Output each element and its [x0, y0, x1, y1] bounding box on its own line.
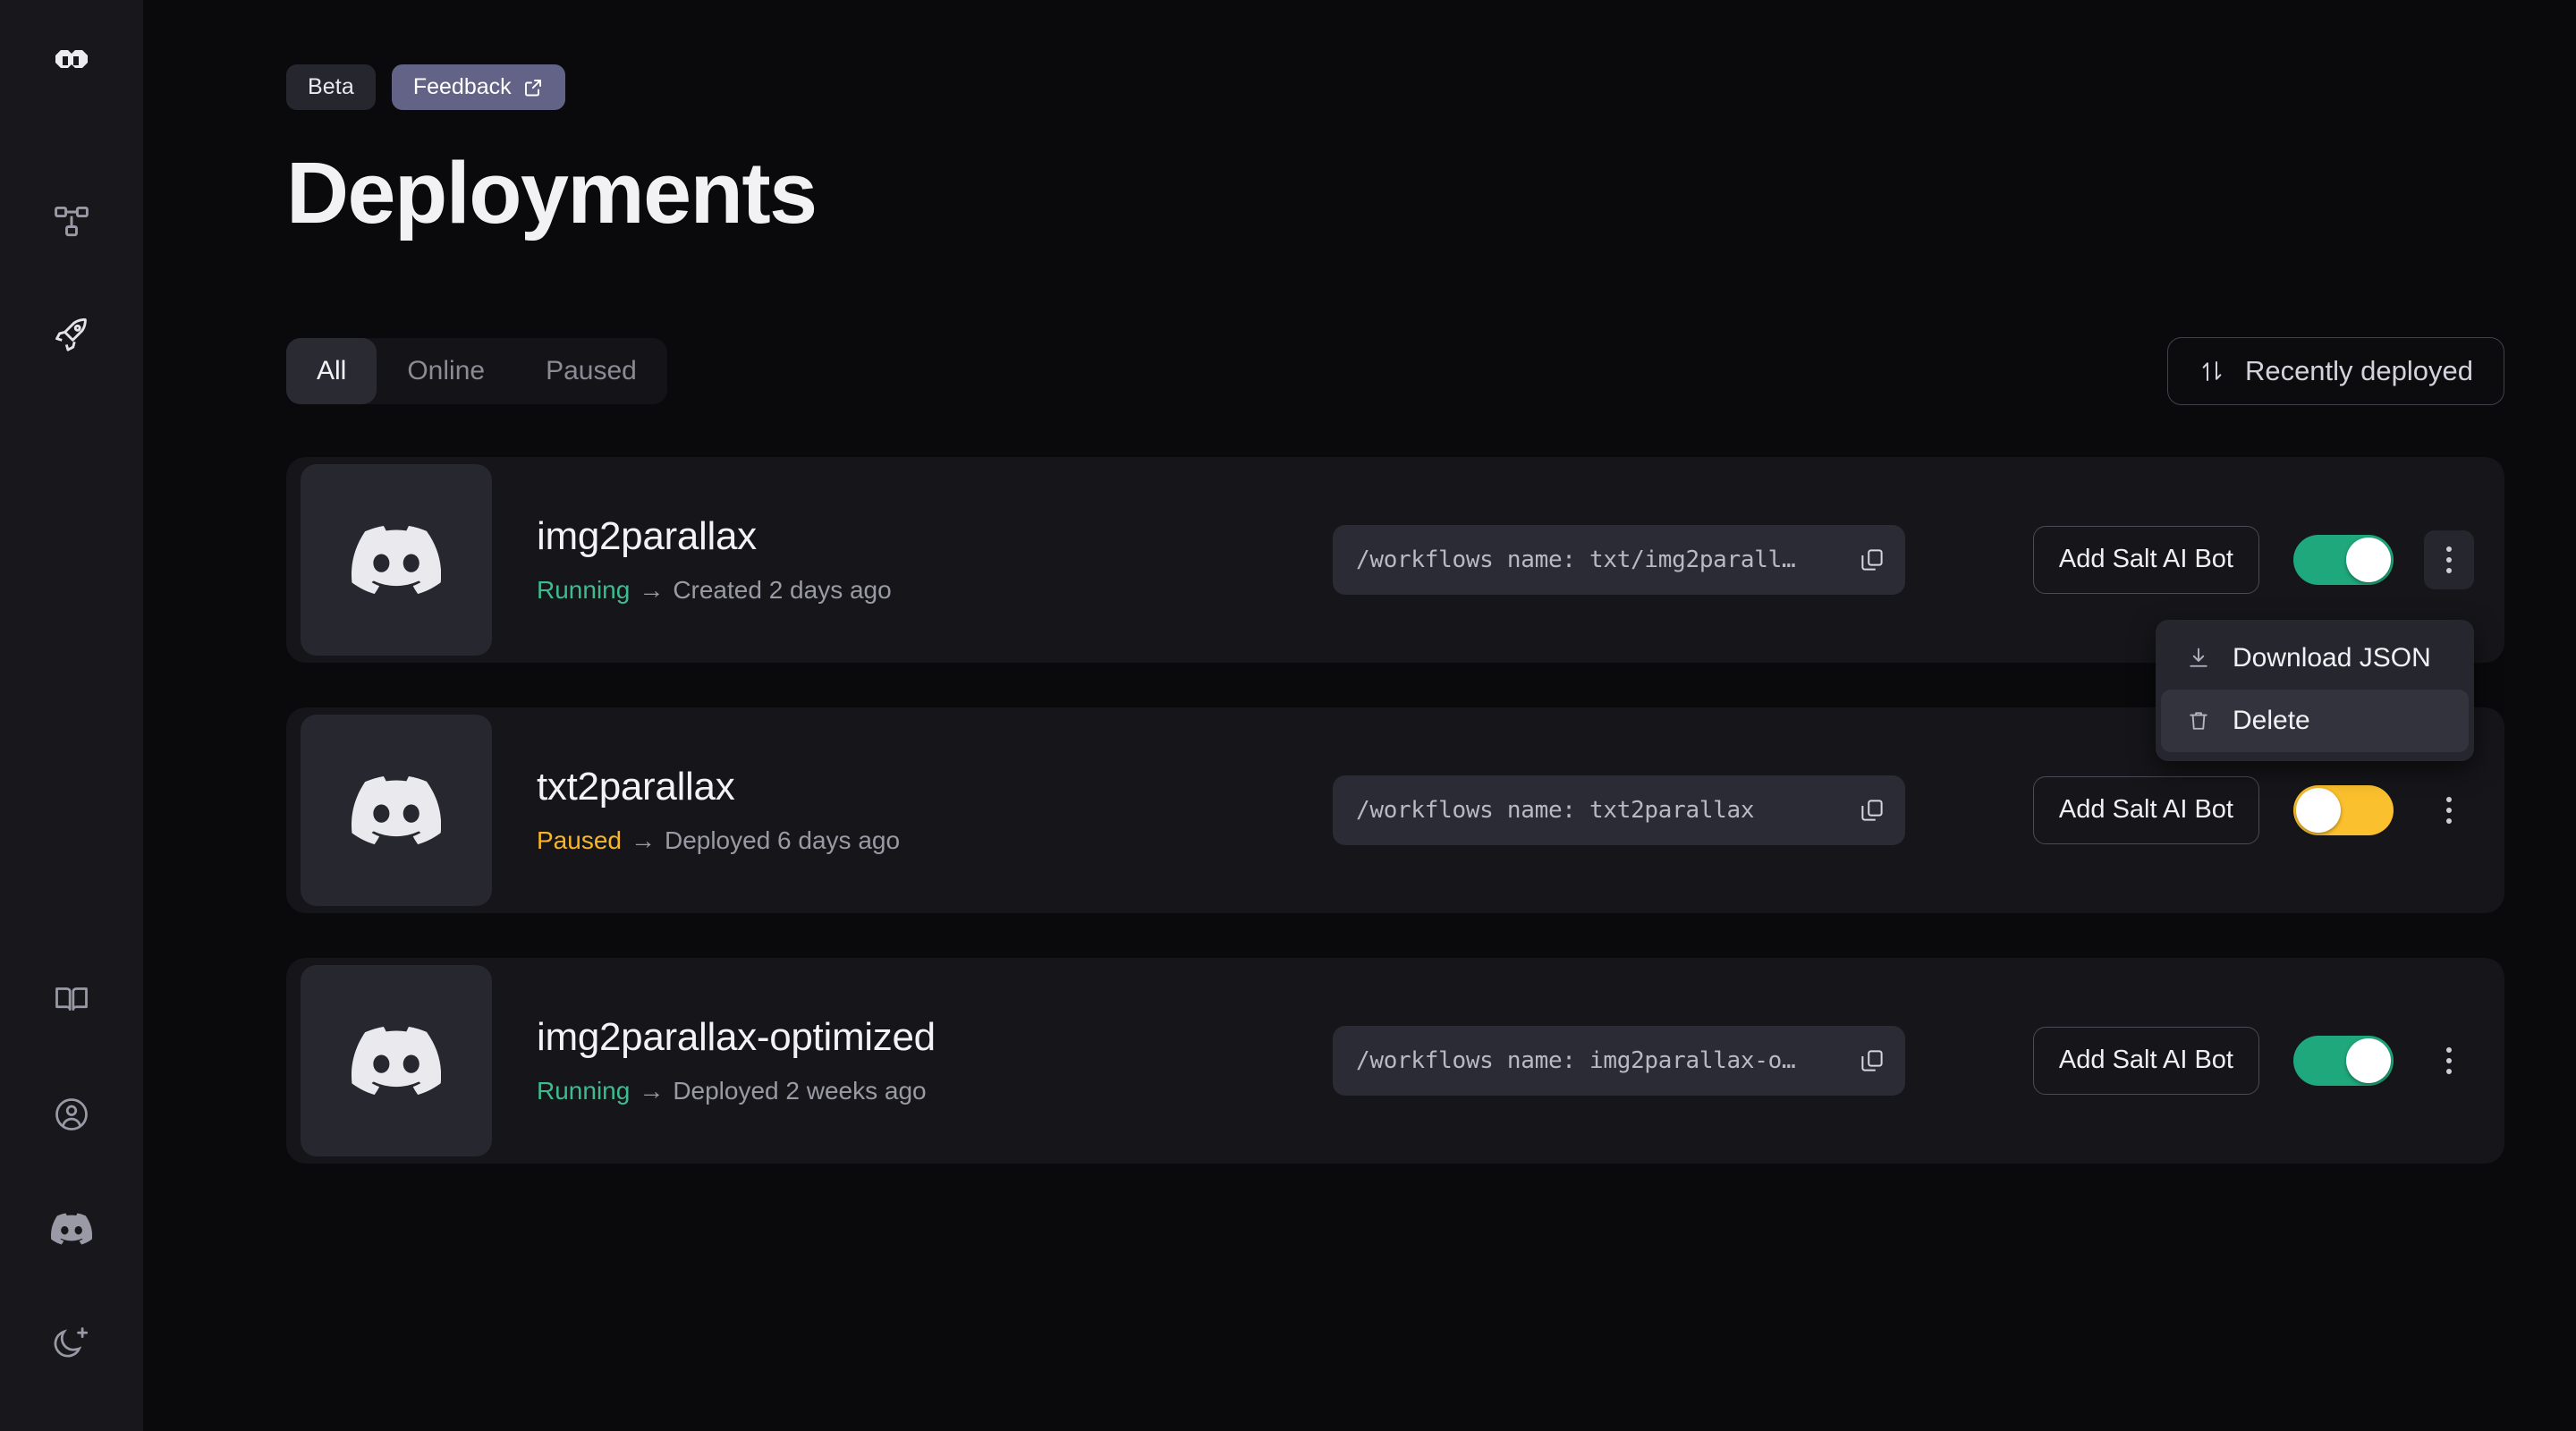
sort-label: Recently deployed	[2244, 354, 2473, 386]
deployment-thumbnail	[301, 964, 492, 1156]
toolbar: All Online Paused Recently deployed	[286, 336, 2504, 405]
sidebar-item-workflows[interactable]	[38, 188, 106, 256]
rocket-icon	[55, 318, 87, 351]
deployment-status-row: Running → Deployed 2 weeks ago	[537, 1077, 1315, 1105]
deployment-thumbnail	[301, 463, 492, 656]
deployment-meta: Created 2 days ago	[673, 576, 892, 605]
sidebar-secondary-nav	[0, 966, 143, 1377]
external-link-icon	[522, 77, 544, 98]
deployment-menu-button[interactable]	[2424, 1031, 2474, 1090]
deployment-thumbnail	[301, 714, 492, 906]
deployment-toggle[interactable]	[2293, 784, 2394, 835]
status-badge: Running	[537, 576, 631, 605]
sidebar-primary-nav	[38, 188, 106, 370]
filter-tabs: All Online Paused	[286, 337, 667, 404]
workflow-icon	[55, 206, 89, 237]
feedback-button[interactable]: Feedback	[391, 64, 565, 110]
discord-icon	[352, 1026, 441, 1095]
download-icon	[2186, 646, 2211, 671]
deployment-menu-button[interactable]	[2424, 529, 2474, 589]
sidebar-item-theme[interactable]	[38, 1309, 106, 1377]
infinity-logo[interactable]	[38, 30, 106, 98]
user-icon	[55, 1098, 88, 1130]
deployment-actions: Add Salt AI Bot	[2032, 1026, 2504, 1095]
kebab-icon	[2446, 794, 2452, 826]
tab-online[interactable]: Online	[377, 338, 515, 404]
copy-icon[interactable]	[1859, 546, 1885, 573]
deployment-status-row: Running → Created 2 days ago	[537, 576, 1315, 605]
status-badge: Paused	[537, 826, 622, 855]
workflow-path-text: /workflows name: txt2parallax	[1356, 796, 1755, 824]
add-salt-ai-bot-button[interactable]: Add Salt AI Bot	[2032, 525, 2259, 594]
add-salt-ai-bot-button[interactable]: Add Salt AI Bot	[2032, 775, 2259, 844]
sort-dropdown[interactable]: Recently deployed	[2166, 336, 2504, 405]
arrow-icon: →	[639, 576, 665, 605]
workflow-path-field[interactable]: /workflows name: txt2parallax	[1333, 775, 1905, 845]
kebab-icon	[2446, 1045, 2452, 1077]
menu-item-label: Download JSON	[2233, 642, 2431, 673]
deployment-toggle[interactable]	[2293, 534, 2394, 585]
sort-arrows-icon	[2199, 358, 2225, 385]
app-root: Beta Feedback Deployments All Online Pau…	[0, 0, 2576, 1431]
status-badge: Running	[537, 1077, 631, 1105]
deployment-name: txt2parallax	[537, 764, 735, 809]
deployment-card[interactable]: img2parallax-optimized Running → Deploye…	[286, 957, 2504, 1164]
menu-item-download-json[interactable]: Download JSON	[2161, 627, 2469, 690]
workflow-path-field[interactable]: /workflows name: txt/img2parall…	[1333, 524, 1905, 595]
menu-item-label: Delete	[2233, 705, 2310, 735]
arrow-icon: →	[630, 826, 656, 855]
deployment-status-row: Paused → Deployed 6 days ago	[537, 826, 1315, 855]
deployment-context-menu: Download JSON Delete	[2156, 619, 2474, 761]
feedback-label: Feedback	[412, 74, 512, 99]
copy-icon[interactable]	[1859, 797, 1885, 824]
deployment-actions: Add Salt AI Bot	[2032, 775, 2504, 844]
deployment-meta: Deployed 2 weeks ago	[673, 1077, 927, 1105]
discord-icon	[352, 775, 441, 844]
deployment-info: img2parallax Running → Created 2 days ag…	[537, 513, 1315, 605]
deployment-name: img2parallax-optimized	[537, 1014, 936, 1059]
menu-item-delete[interactable]: Delete	[2161, 689, 2469, 752]
tab-all[interactable]: All	[286, 337, 377, 404]
copy-icon[interactable]	[1859, 1047, 1885, 1074]
deployment-name: img2parallax	[537, 513, 757, 558]
deployment-info: img2parallax-optimized Running → Deploye…	[537, 1014, 1315, 1105]
trash-icon	[2186, 708, 2211, 733]
sidebar-item-discord[interactable]	[38, 1195, 106, 1263]
page-title: Deployments	[286, 144, 818, 241]
discord-icon	[51, 1213, 92, 1245]
deployment-menu-button[interactable]	[2424, 781, 2474, 840]
badge-row: Beta Feedback	[286, 64, 2504, 110]
sidebar-item-docs[interactable]	[38, 966, 106, 1034]
deployment-toggle[interactable]	[2293, 1035, 2394, 1086]
kebab-icon	[2446, 544, 2452, 576]
main-content: Beta Feedback Deployments All Online Pau…	[143, 0, 2576, 1431]
deployment-meta: Deployed 6 days ago	[664, 826, 901, 855]
workflow-path-field[interactable]: /workflows name: img2parallax-o…	[1333, 1025, 1905, 1096]
toggle-knob	[2346, 1037, 2391, 1083]
sidebar-item-deployments[interactable]	[38, 302, 106, 370]
deployment-info: txt2parallax Paused → Deployed 6 days ag…	[537, 764, 1315, 855]
book-icon	[55, 987, 88, 1012]
moon-plus-icon	[54, 1327, 89, 1358]
beta-badge: Beta	[286, 64, 376, 110]
sidebar	[0, 0, 143, 1431]
workflow-path-text: /workflows name: img2parallax-o…	[1356, 1046, 1796, 1074]
deployment-actions: Add Salt AI Bot	[2032, 525, 2504, 594]
discord-icon	[352, 525, 441, 594]
sidebar-item-account[interactable]	[38, 1080, 106, 1148]
workflow-path-text: /workflows name: txt/img2parall…	[1356, 546, 1796, 573]
add-salt-ai-bot-button[interactable]: Add Salt AI Bot	[2032, 1026, 2259, 1095]
toggle-knob	[2346, 537, 2391, 582]
toggle-knob	[2296, 787, 2341, 833]
deployments-list: img2parallax Running → Created 2 days ag…	[286, 456, 2504, 1164]
deployment-card[interactable]: img2parallax Running → Created 2 days ag…	[286, 456, 2504, 761]
tab-paused[interactable]: Paused	[515, 338, 667, 404]
arrow-icon: →	[639, 1077, 665, 1105]
